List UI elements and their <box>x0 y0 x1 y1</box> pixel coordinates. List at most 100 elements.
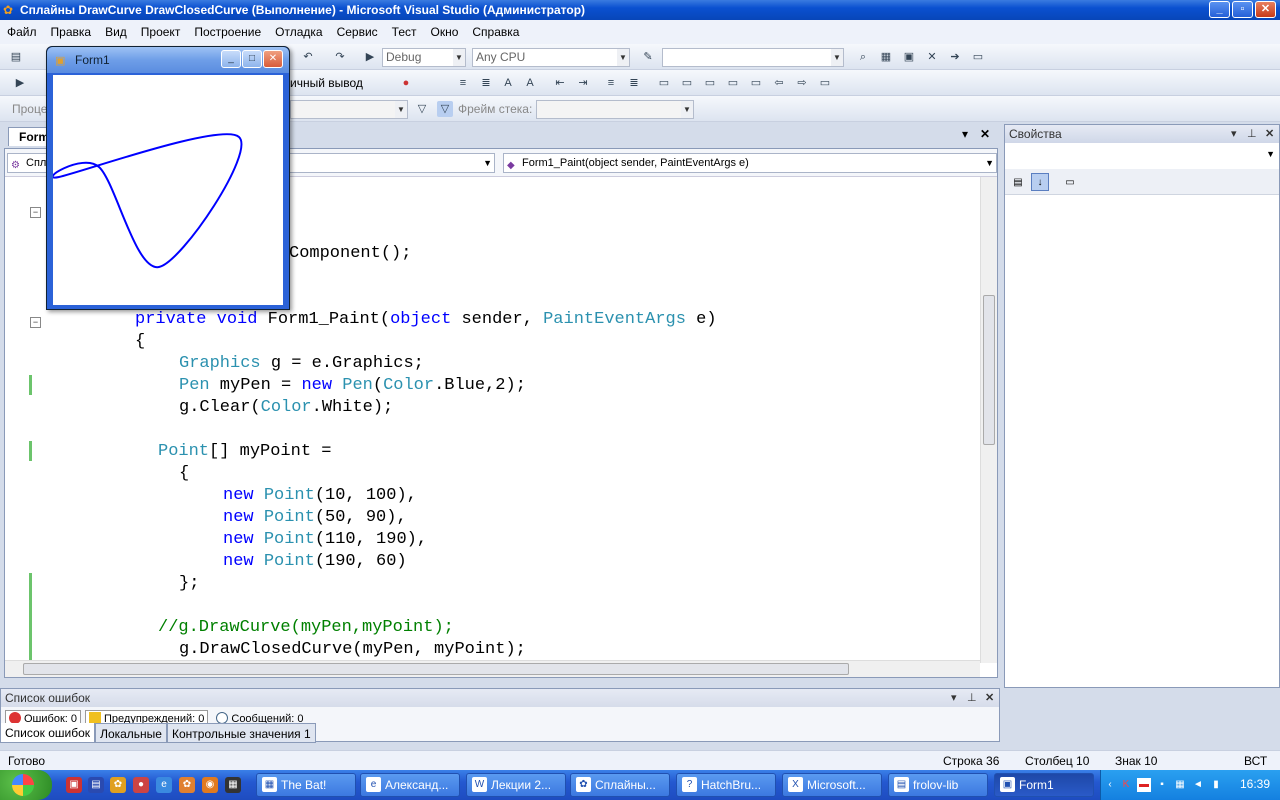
form-minimize-button[interactable]: _ <box>221 50 241 68</box>
thread-combo[interactable]: ▼ <box>290 100 408 119</box>
app-icon[interactable]: ▦ <box>225 777 241 793</box>
prev-bookmark-icon[interactable]: ▭ <box>679 75 695 91</box>
menu-view[interactable]: Вид <box>98 25 134 39</box>
comment-icon[interactable]: ≡ <box>455 75 471 91</box>
continue-icon[interactable]: ▶ <box>12 75 28 91</box>
form-close-button[interactable]: ✕ <box>263 50 283 68</box>
start-debug-icon[interactable]: ▶ <box>362 49 378 65</box>
filter-icon[interactable]: ▽ <box>414 101 430 117</box>
ie-icon[interactable]: e <box>156 777 172 793</box>
object-selector-combo[interactable]: ▼ <box>1005 145 1279 167</box>
redo-icon[interactable]: ↷ <box>332 49 348 65</box>
new-project-icon[interactable]: ▤ <box>8 49 24 65</box>
maximize-button[interactable]: ▫ <box>1232 1 1253 18</box>
fold-toggle[interactable]: − <box>30 207 41 218</box>
fold-toggle[interactable]: − <box>30 317 41 328</box>
scroll-thumb[interactable] <box>983 295 995 445</box>
menu-help[interactable]: Справка <box>465 25 526 39</box>
app-icon[interactable]: ● <box>133 777 149 793</box>
form1-title-bar[interactable]: ▣ Form1 _ □ ✕ <box>47 47 289 73</box>
language-icon[interactable]: ▬ <box>1137 778 1151 792</box>
menu-tools[interactable]: Сервис <box>330 25 385 39</box>
pin-icon[interactable]: ⊥ <box>967 689 977 707</box>
start-button[interactable] <box>0 770 52 800</box>
next-bookmark-icon[interactable]: ▭ <box>702 75 718 91</box>
network-icon[interactable]: ▦ <box>1173 778 1187 792</box>
toggle-bookmark-icon[interactable]: ▭ <box>748 75 764 91</box>
taskbar-item[interactable]: ▦ The Bat! <box>256 773 356 797</box>
taskbar-item[interactable]: ▤ frolov-lib <box>888 773 988 797</box>
app-icon[interactable]: ✿ <box>179 777 195 793</box>
font-size-icon[interactable]: A <box>522 75 538 91</box>
configuration-combo[interactable]: Debug ▼ <box>382 48 466 67</box>
menu-test[interactable]: Тест <box>385 25 424 39</box>
close-document-icon[interactable]: ✕ <box>980 127 990 141</box>
scroll-thumb[interactable] <box>23 663 849 675</box>
taskbar-item[interactable]: W Лекции 2... <box>466 773 566 797</box>
stack-frame-combo[interactable]: ▼ <box>536 100 694 119</box>
close-button[interactable]: ✕ <box>1255 1 1276 18</box>
menu-debug[interactable]: Отладка <box>268 25 329 39</box>
show-stack-icon[interactable]: ▽ <box>437 101 453 117</box>
list-icon[interactable]: ≣ <box>626 75 642 91</box>
member-combo[interactable]: ◆ Form1_Paint(object sender, PaintEventA… <box>503 153 997 173</box>
categorized-icon[interactable]: ▤ <box>1009 173 1027 191</box>
tray-expand-icon[interactable]: ‹ <box>1103 778 1117 792</box>
taskbar-item[interactable]: X Microsoft... <box>782 773 882 797</box>
tray-icon[interactable]: ▪ <box>1155 778 1169 792</box>
pin-icon[interactable]: ⊥ <box>1247 125 1257 143</box>
taskbar-item[interactable]: e Александ... <box>360 773 460 797</box>
properties-window-icon[interactable]: ▣ <box>901 49 917 65</box>
form-maximize-button[interactable]: □ <box>242 50 262 68</box>
app-icon[interactable]: ◉ <box>202 777 218 793</box>
horizontal-scrollbar[interactable] <box>5 660 980 677</box>
bookmark-icon[interactable]: ▭ <box>656 75 672 91</box>
find-icon[interactable]: ⌕ <box>855 49 871 65</box>
close-panel-icon[interactable]: ✕ <box>1265 125 1274 143</box>
volume-icon[interactable]: ◄ <box>1191 778 1205 792</box>
comment-out-icon[interactable]: ▭ <box>817 75 833 91</box>
breakpoint-icon[interactable]: ● <box>398 75 414 91</box>
panel-dropdown-icon[interactable]: ▾ <box>951 689 957 707</box>
solution-explorer-icon[interactable]: ▦ <box>878 49 894 65</box>
undo-icon[interactable]: ↶ <box>300 49 316 65</box>
window-icon[interactable]: ▭ <box>970 49 986 65</box>
platform-combo[interactable]: Any CPU ▼ <box>472 48 630 67</box>
clear-bookmarks-icon[interactable]: ▭ <box>725 75 741 91</box>
find-in-files-icon[interactable]: ✎ <box>640 49 656 65</box>
find-combo[interactable]: ▼ <box>662 48 844 67</box>
minimize-button[interactable]: _ <box>1209 1 1230 18</box>
menu-file[interactable]: Файл <box>0 25 44 39</box>
quicklaunch-icon[interactable]: ▣ <box>66 777 82 793</box>
menu-project[interactable]: Проект <box>134 25 188 39</box>
indent-icon[interactable]: ⇥ <box>575 75 591 91</box>
output-label[interactable]: ичный вывод <box>290 76 363 90</box>
uncomment-icon[interactable]: ≣ <box>478 75 494 91</box>
menu-build[interactable]: Построение <box>187 25 268 39</box>
previous-icon[interactable]: ⇦ <box>771 75 787 91</box>
taskbar-item[interactable]: ▣ Form1 <box>994 773 1094 797</box>
tab-locals[interactable]: Локальные <box>95 723 167 743</box>
property-pages-icon[interactable]: ▭ <box>1061 173 1079 191</box>
next-icon[interactable]: ⇨ <box>794 75 810 91</box>
menu-edit[interactable]: Правка <box>44 25 99 39</box>
taskbar-item[interactable]: ? HatchBru... <box>676 773 776 797</box>
panel-dropdown-icon[interactable]: ▾ <box>1231 125 1237 143</box>
format-icon[interactable]: A <box>500 75 516 91</box>
outdent-icon[interactable]: ⇤ <box>552 75 568 91</box>
save-icon[interactable]: ▤ <box>88 777 104 793</box>
menu-window[interactable]: Окно <box>424 25 466 39</box>
active-files-dropdown-icon[interactable]: ▾ <box>962 127 968 141</box>
alphabetical-icon[interactable]: ↓ <box>1031 173 1049 191</box>
power-icon[interactable]: ▮ <box>1209 778 1223 792</box>
tab-error-list[interactable]: Список ошибок <box>0 723 96 743</box>
close-panel-icon[interactable]: ✕ <box>985 689 994 707</box>
align-icon[interactable]: ≡ <box>603 75 619 91</box>
toolbox-icon[interactable]: ✕ <box>924 49 940 65</box>
tab-watch-1[interactable]: Контрольные значения 1 <box>166 723 316 743</box>
antivirus-icon[interactable]: K <box>1119 778 1133 792</box>
start-page-icon[interactable]: ➔ <box>947 49 963 65</box>
vertical-scrollbar[interactable] <box>980 177 997 663</box>
taskbar-item[interactable]: ✿ Сплайны... <box>570 773 670 797</box>
app-icon[interactable]: ✿ <box>110 777 126 793</box>
